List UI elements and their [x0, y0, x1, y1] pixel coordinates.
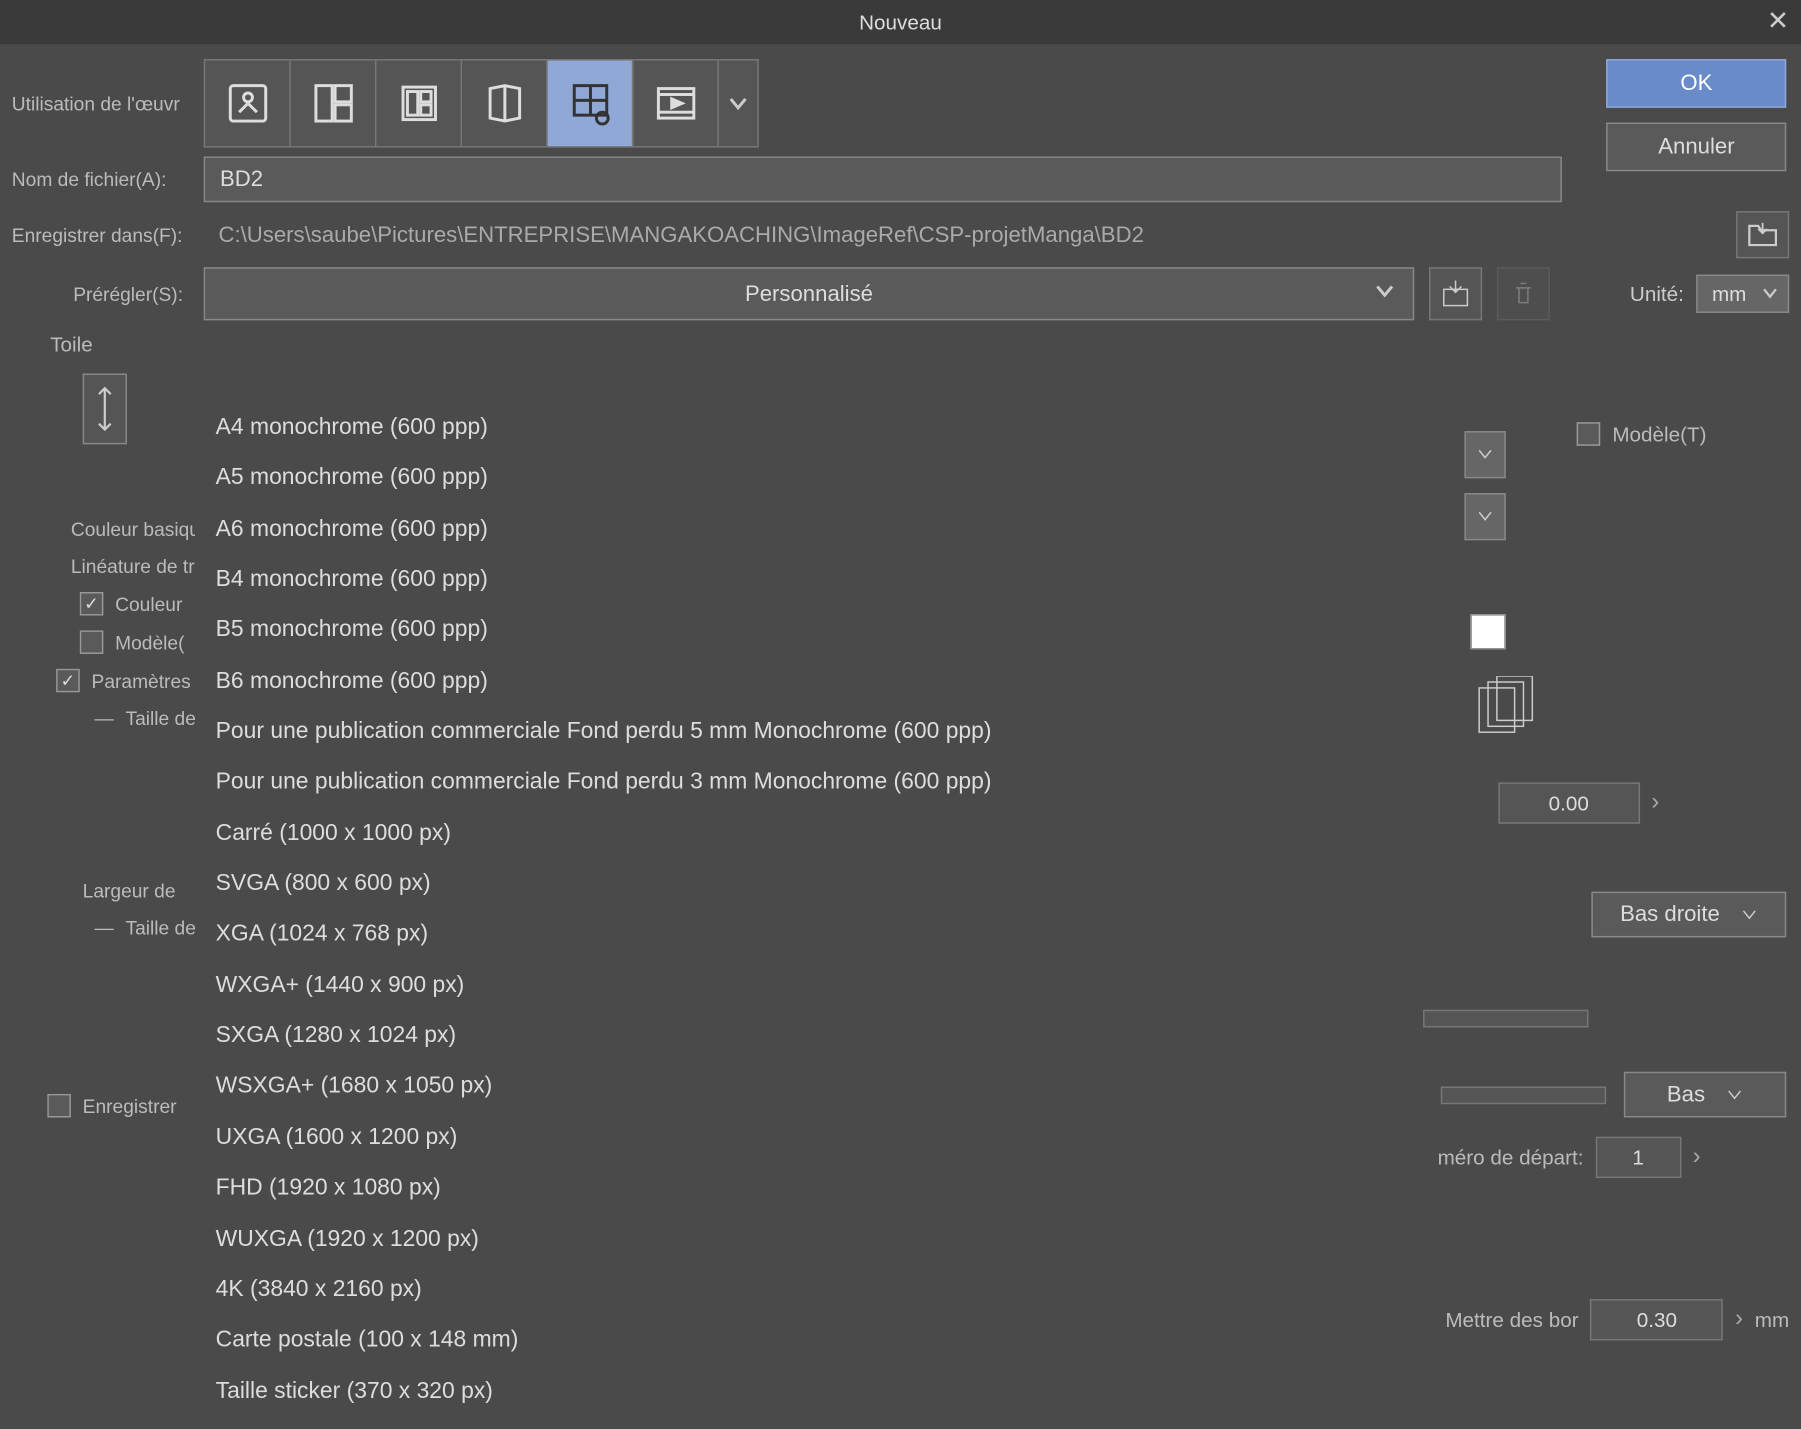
corner-select-label: Bas droite: [1620, 902, 1720, 927]
params-label: Paramètres: [92, 669, 191, 691]
position-select-label: Bas: [1667, 1082, 1705, 1107]
pages-icon: [1473, 676, 1541, 741]
window-title: Nouveau: [859, 10, 942, 34]
preset-option[interactable]: Pour une publication commerciale Fond pe…: [195, 758, 1394, 809]
titlebar: Nouveau ✕: [0, 0, 1801, 44]
start-num-label: méro de départ:: [1438, 1146, 1584, 1170]
preset-option[interactable]: B5 monochrome (600 ppp): [195, 606, 1394, 657]
register-label: Enregistrer: [83, 1095, 177, 1117]
preset-option[interactable]: Pour une publication commerciale Fond pe…: [195, 707, 1394, 758]
corner-select[interactable]: Bas droite: [1592, 892, 1786, 938]
chevron-right-icon[interactable]: ›: [1693, 1144, 1701, 1171]
preset-option[interactable]: WSXGA+ (1680 x 1050 px): [195, 1062, 1394, 1113]
bor-input[interactable]: 0.30: [1590, 1299, 1723, 1340]
color-checkbox-label: Couleur: [115, 593, 182, 615]
save-in-label: Enregistrer dans(F):: [12, 224, 189, 246]
work-use-label: Utilisation de l'œuvr: [12, 92, 189, 114]
save-path: C:\Users\saube\Pictures\ENTREPRISE\MANGA…: [204, 213, 1710, 256]
print-comic-icon[interactable]: [376, 61, 462, 147]
delete-preset-icon[interactable]: [1497, 267, 1550, 320]
work-use-more-icon[interactable]: [719, 61, 757, 147]
preset-label: Prérégler(S):: [12, 283, 189, 305]
halftone-label: Linéature de tra: [71, 555, 205, 577]
filename-input[interactable]: [204, 156, 1562, 202]
preset-option[interactable]: WXGA+ (1440 x 900 px): [195, 961, 1394, 1012]
width-de-label: Largeur de: [83, 880, 176, 902]
work-use-toolbar: [204, 59, 759, 148]
illustration-icon[interactable]: [205, 61, 291, 147]
ok-button[interactable]: OK: [1607, 59, 1787, 108]
basic-color-label: Couleur basiqu: [71, 518, 200, 540]
swap-dimensions-button[interactable]: [83, 373, 127, 444]
model-checkbox[interactable]: [80, 630, 104, 654]
preset-option[interactable]: B6 monochrome (600 ppp): [195, 657, 1394, 708]
model-checkbox-label: Modèle(: [115, 631, 184, 653]
preset-option[interactable]: A5 monochrome (600 ppp): [195, 454, 1394, 505]
chevron-down-icon: [1761, 283, 1779, 307]
preset-dropdown-list[interactable]: A4 monochrome (600 ppp)A5 monochrome (60…: [195, 403, 1394, 1429]
chevron-right-icon[interactable]: ›: [1651, 790, 1659, 817]
preset-option[interactable]: Webtoon 1 (690 x 20000 px): [195, 1417, 1394, 1429]
cancel-button[interactable]: Annuler: [1607, 123, 1787, 172]
preset-selected-text: Personnalisé: [745, 281, 873, 306]
preset-option[interactable]: SXGA (1280 x 1024 px): [195, 1011, 1394, 1062]
chevron-right-icon[interactable]: ›: [1735, 1306, 1743, 1333]
color-checkbox[interactable]: [80, 592, 104, 616]
comic-icon[interactable]: [291, 61, 377, 147]
preset-option[interactable]: UXGA (1600 x 1200 px): [195, 1113, 1394, 1164]
position-select[interactable]: Bas: [1624, 1072, 1786, 1118]
small-select-1[interactable]: [1464, 431, 1505, 478]
preset-option[interactable]: Carré (1000 x 1000 px): [195, 809, 1394, 860]
preset-option[interactable]: WUXGA (1920 x 1200 px): [195, 1214, 1394, 1265]
filename-label: Nom de fichier(A):: [12, 168, 189, 190]
params-checkbox[interactable]: [56, 669, 80, 693]
animation-icon[interactable]: [633, 61, 719, 147]
unit-select[interactable]: mm: [1696, 275, 1789, 313]
chevron-down-icon: [1740, 906, 1758, 924]
small-select-2[interactable]: [1464, 493, 1505, 540]
mm-suffix: mm: [1755, 1308, 1789, 1332]
webtoon-icon[interactable]: [548, 61, 634, 147]
preset-option[interactable]: Carte postale (100 x 148 mm): [195, 1316, 1394, 1367]
toile-label: Toile: [50, 332, 1789, 356]
preset-option[interactable]: XGA (1024 x 768 px): [195, 910, 1394, 961]
save-preset-icon[interactable]: [1429, 267, 1482, 320]
numbox-blank[interactable]: [1423, 1010, 1588, 1028]
register-checkbox[interactable]: [47, 1094, 71, 1118]
model-t-label: Modèle(T): [1612, 422, 1706, 446]
preset-select[interactable]: Personnalisé: [204, 267, 1415, 320]
color-swatch[interactable]: [1470, 614, 1505, 649]
numbox-blank-2[interactable]: [1441, 1086, 1606, 1104]
num-000[interactable]: 0.00: [1498, 782, 1640, 823]
close-icon[interactable]: ✕: [1767, 6, 1789, 37]
preset-option[interactable]: 4K (3840 x 2160 px): [195, 1265, 1394, 1316]
start-num-input[interactable]: 1: [1595, 1137, 1681, 1178]
unit-value: mm: [1712, 282, 1746, 306]
preset-option[interactable]: A4 monochrome (600 ppp): [195, 403, 1394, 454]
book-icon[interactable]: [462, 61, 548, 147]
preset-option[interactable]: SVGA (800 x 600 px): [195, 859, 1394, 910]
chevron-down-icon: [1374, 280, 1395, 307]
preset-option[interactable]: B4 monochrome (600 ppp): [195, 555, 1394, 606]
preset-option[interactable]: A6 monochrome (600 ppp): [195, 504, 1394, 555]
chevron-down-icon: [1726, 1086, 1744, 1104]
preset-option[interactable]: FHD (1920 x 1080 px): [195, 1163, 1394, 1214]
mettre-bor-label: Mettre des bor: [1445, 1308, 1578, 1332]
model-t-checkbox[interactable]: [1577, 422, 1601, 446]
browse-folder-icon[interactable]: [1736, 211, 1789, 258]
unit-label: Unité:: [1630, 282, 1684, 306]
